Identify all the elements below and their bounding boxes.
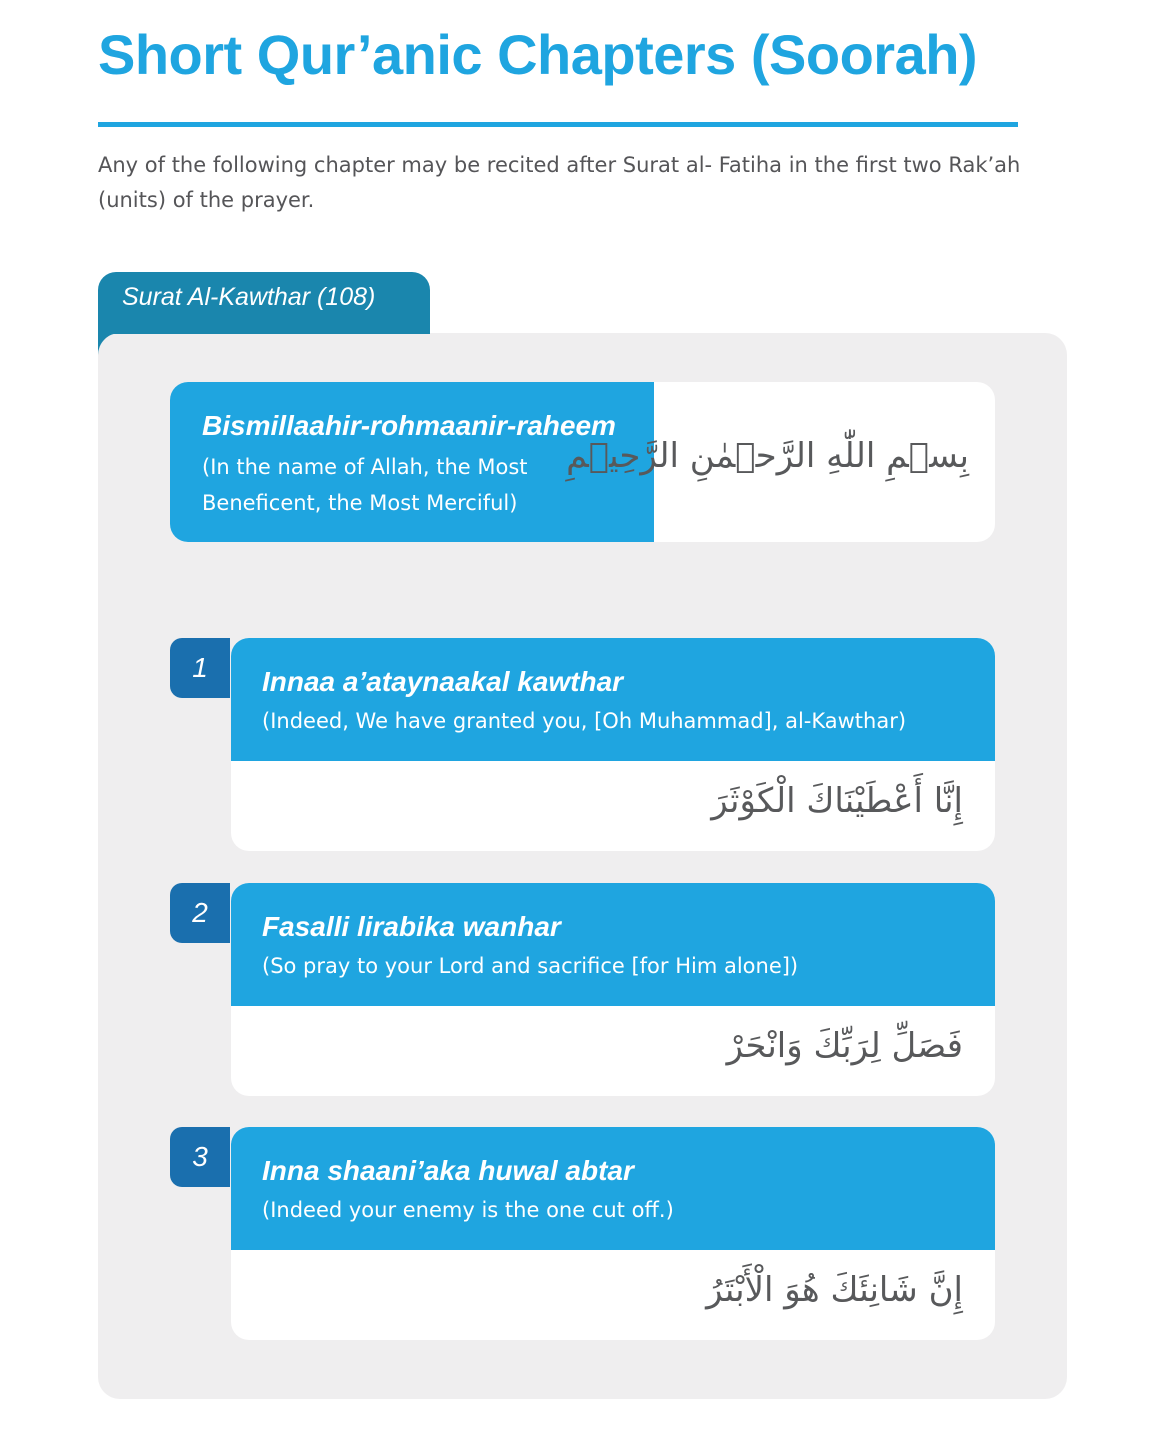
verse-card: Fasalli lirabika wanhar (So pray to your… (231, 883, 995, 1096)
bismillah-transliteration: Bismillaahir-rohmaanir-raheem (202, 410, 616, 441)
verse-translation: (Indeed, We have granted you, [Oh Muhamm… (262, 709, 907, 733)
verse-card: Innaa a’ataynaakal kawthar (Indeed, We h… (231, 638, 995, 851)
verse-header: Inna shaani’aka huwal abtar (Indeed your… (231, 1127, 995, 1250)
surah-tab-label: Surat Al-Kawthar (108) (122, 283, 376, 311)
bismillah-translation: (In the name of Allah, the Most Benefice… (202, 455, 528, 515)
verse-arabic: إِنَّ شَانِئَكَ هُوَ الْأَبْتَرُ (706, 1270, 963, 1310)
verse-card: Inna shaani’aka huwal abtar (Indeed your… (231, 1127, 995, 1340)
verse-translation: (Indeed your enemy is the one cut off.) (262, 1198, 674, 1222)
verse-transliteration: Fasalli lirabika wanhar (262, 911, 561, 942)
bismillah-arabic: بِسۡمِ اللّٰهِ الرَّحۡمٰنِ الرَّحِيۡمِ (566, 436, 969, 476)
verse-header: Innaa a’ataynaakal kawthar (Indeed, We h… (231, 638, 995, 761)
verse-transliteration: Inna shaani’aka huwal abtar (262, 1155, 634, 1186)
verse-transliteration: Innaa a’ataynaakal kawthar (262, 666, 624, 697)
intro-paragraph: Any of the following chapter may be reci… (98, 153, 1021, 212)
verse-number-badge: 3 (170, 1127, 230, 1187)
verse-arabic: فَصَلِّ لِرَبِّكَ وَانْحَرْ (726, 1026, 963, 1066)
verse-arabic: إِنَّا أَعْطَيْنَاكَ الْكَوْثَرَ (711, 781, 963, 821)
page-title: Short Qur’anic Chapters (Soorah) (98, 23, 978, 86)
verse-number-badge: 2 (170, 883, 230, 943)
verse-translation: (So pray to your Lord and sacrifice [for… (262, 954, 799, 978)
bismillah-card: Bismillaahir-rohmaanir-raheem (In the na… (170, 382, 995, 542)
title-divider (98, 122, 1018, 127)
verse-number-badge: 1 (170, 638, 230, 698)
verse-header: Fasalli lirabika wanhar (So pray to your… (231, 883, 995, 1006)
